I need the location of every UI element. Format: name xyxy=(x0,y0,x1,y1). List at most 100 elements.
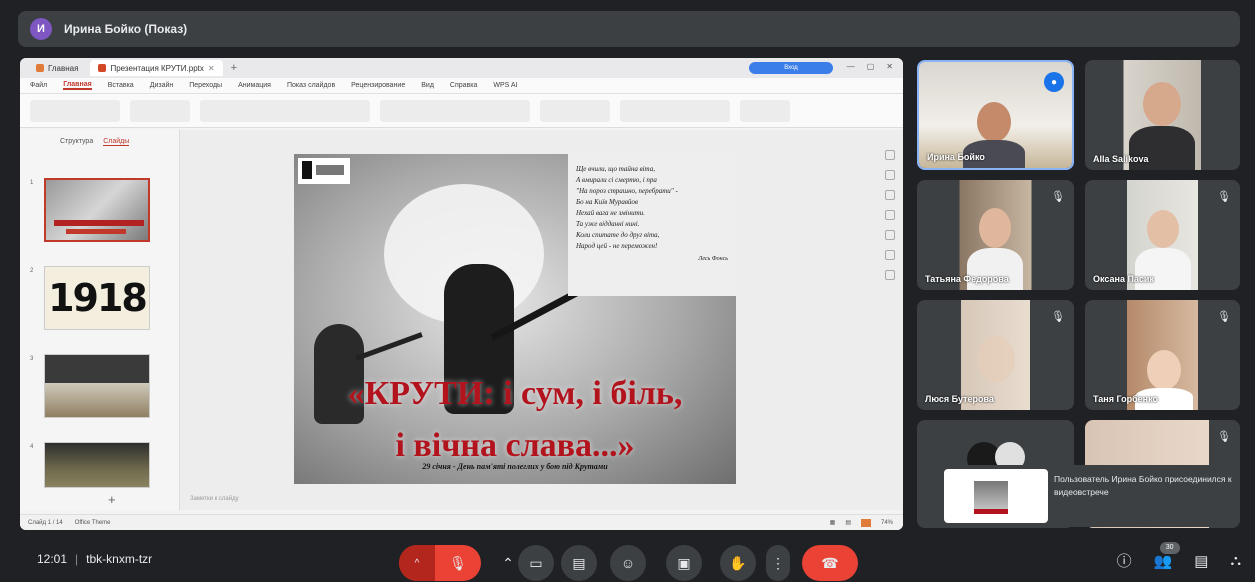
font-group[interactable] xyxy=(200,99,370,122)
join-notification[interactable]: Пользователь Ирина Бойко присоединился к… xyxy=(940,465,1240,527)
participant-tile[interactable]: 🎙 Татьяна Федорова xyxy=(917,180,1074,290)
school-logo xyxy=(298,158,350,184)
people-button[interactable]: 30 👥 xyxy=(1153,541,1180,570)
more-options-icon[interactable]: ⋮ xyxy=(766,545,790,581)
notes-placeholder[interactable]: Заметки к слайду xyxy=(190,496,239,502)
thumb-subtitle-bar xyxy=(66,229,126,234)
menu-view[interactable]: Вид xyxy=(421,82,434,89)
person-head xyxy=(977,336,1015,382)
login-button[interactable]: Вход xyxy=(749,62,833,74)
ribbon-menu: Файл Главная Вставка Дизайн Переходы Ани… xyxy=(20,78,903,94)
participant-tile[interactable]: 🎙 Таня Горбенко xyxy=(1085,300,1240,410)
logo-text-mark xyxy=(316,165,344,175)
tool-icon[interactable] xyxy=(885,190,895,200)
activities-icon[interactable]: ⛬ xyxy=(1230,552,1241,569)
close-window-icon[interactable]: ✕ xyxy=(886,62,893,71)
menu-insert[interactable]: Вставка xyxy=(108,82,134,89)
mic-off-icon: 🎙 xyxy=(1217,190,1231,203)
participant-tile[interactable]: Alla Salikova xyxy=(1085,60,1240,170)
mic-off-icon: 🎙 xyxy=(1051,190,1065,203)
menu-transitions[interactable]: Переходы xyxy=(189,82,222,89)
people-count-badge: 30 xyxy=(1159,541,1180,554)
slide-counter: Слайд 1 / 14 xyxy=(28,519,63,526)
current-slide[interactable]: Ще вчили, що тайна віта, А вмирали сі см… xyxy=(294,154,736,484)
person-head xyxy=(1147,210,1179,248)
raise-hand-icon[interactable]: ✋ xyxy=(720,545,756,581)
slides-group[interactable] xyxy=(130,99,190,122)
participant-tile[interactable]: 🎙 Оксана Пасик xyxy=(1085,180,1240,290)
chevron-up-icon[interactable]: ^ xyxy=(399,545,435,581)
camera-icon[interactable]: ▭ xyxy=(518,545,554,581)
poem-line: А вмирали сі смертю, і пра xyxy=(576,176,657,184)
minimize-icon[interactable]: — xyxy=(847,62,855,71)
sorter-view-icon[interactable]: ▤ xyxy=(845,519,851,526)
shared-screen: Главная Презентация КРУТИ.pptx ✕ + Вход … xyxy=(20,58,903,530)
maximize-icon[interactable]: ▢ xyxy=(867,62,875,71)
person-head xyxy=(1147,350,1181,390)
participant-tile[interactable]: ● Ирина Бойко xyxy=(917,60,1074,170)
drawing-group[interactable] xyxy=(540,99,610,122)
designer-group[interactable] xyxy=(740,99,790,122)
slide-thumbnail-4[interactable] xyxy=(44,442,150,488)
present-screen-icon[interactable]: ▣ xyxy=(666,545,702,581)
menu-help[interactable]: Справка xyxy=(450,82,477,89)
camera-options-caret[interactable]: ⌃ xyxy=(496,545,520,581)
presenter-name: Ирина Бойко (Показ) xyxy=(64,22,188,36)
chat-icon[interactable]: ▤ xyxy=(1194,552,1208,570)
menu-wps-ai[interactable]: WPS AI xyxy=(493,82,517,89)
tool-icon[interactable] xyxy=(885,270,895,280)
menu-home[interactable]: Главная xyxy=(63,81,92,90)
presenter-bar: И Ирина Бойко (Показ) xyxy=(18,11,1240,47)
new-tab-button[interactable]: + xyxy=(227,62,241,74)
mic-off-icon[interactable]: 🎙 xyxy=(435,545,481,581)
poem-line: Ще вчили, що тайна віта, xyxy=(576,165,655,173)
slide-subtitle: 29 січня - День пам'яті полеглих у бою п… xyxy=(422,462,608,471)
poem-line: Бо на Київ Муравйов xyxy=(576,198,638,206)
trident-icon xyxy=(302,161,312,179)
tab-slides[interactable]: Слайды xyxy=(103,138,130,146)
microphone-control[interactable]: ^ 🎙 xyxy=(399,545,481,581)
menu-slideshow[interactable]: Показ слайдов xyxy=(287,82,335,89)
emoji-icon[interactable]: ☺ xyxy=(610,545,646,581)
normal-view-icon[interactable]: ▦ xyxy=(830,519,836,526)
tool-icon[interactable] xyxy=(885,230,895,240)
tool-icon[interactable] xyxy=(885,210,895,220)
paragraph-group[interactable] xyxy=(380,99,530,122)
tool-icon[interactable] xyxy=(885,150,895,160)
info-icon[interactable]: ⓘ xyxy=(1117,550,1132,571)
tab-outline[interactable]: Структура xyxy=(60,138,93,146)
tab-home[interactable]: Главная xyxy=(28,60,86,76)
slide-thumbnail-1[interactable] xyxy=(44,178,150,242)
separator: | xyxy=(75,552,79,566)
menu-file[interactable]: Файл xyxy=(30,82,47,89)
clipboard-group[interactable] xyxy=(30,99,120,122)
menu-animation[interactable]: Анимация xyxy=(238,82,271,89)
tab-presentation[interactable]: Презентация КРУТИ.pptx ✕ xyxy=(90,60,223,76)
side-panel-controls: ⓘ 30 👥 ▤ ⛬ xyxy=(1117,541,1241,571)
participant-name: Ирина Бойко xyxy=(927,152,985,162)
mic-off-icon: 🎙 xyxy=(1051,310,1065,323)
slide-thumbnail-2[interactable]: 1918 xyxy=(44,266,150,330)
slide-thumbnails-panel: Структура Слайды 1 2 1918 3 4 + xyxy=(20,130,180,510)
tool-icon[interactable] xyxy=(885,170,895,180)
end-call-button[interactable]: ☎ xyxy=(802,545,858,581)
menu-review[interactable]: Рецензирование xyxy=(351,82,405,89)
phone-hangup-icon: ☎ xyxy=(821,554,839,571)
poem-line: Коли спитате до друг віта, xyxy=(576,231,660,239)
editing-group[interactable] xyxy=(620,99,730,122)
thumbnail-title-bar xyxy=(974,509,1008,514)
participant-name: Оксана Пасик xyxy=(1093,274,1154,284)
captions-icon[interactable]: ▤ xyxy=(561,545,597,581)
menu-design[interactable]: Дизайн xyxy=(150,82,174,89)
participant-tile[interactable]: 🎙 Люся Бутерова xyxy=(917,300,1074,410)
close-icon[interactable]: ✕ xyxy=(208,64,215,73)
slideshow-icon[interactable] xyxy=(860,518,871,527)
poem-author: Лесь Фонсь xyxy=(698,256,728,262)
zoom-level[interactable]: 74% xyxy=(881,520,893,526)
slide-thumbnail-3[interactable] xyxy=(44,354,150,418)
notification-text: Пользователь Ирина Бойко присоединился к… xyxy=(1054,474,1232,497)
tool-icon[interactable] xyxy=(885,250,895,260)
slide-title-line: «КРУТИ: і сум, і біль, xyxy=(347,375,683,412)
people-icon: 👥 xyxy=(1153,552,1173,570)
add-slide-button[interactable]: + xyxy=(108,492,116,507)
